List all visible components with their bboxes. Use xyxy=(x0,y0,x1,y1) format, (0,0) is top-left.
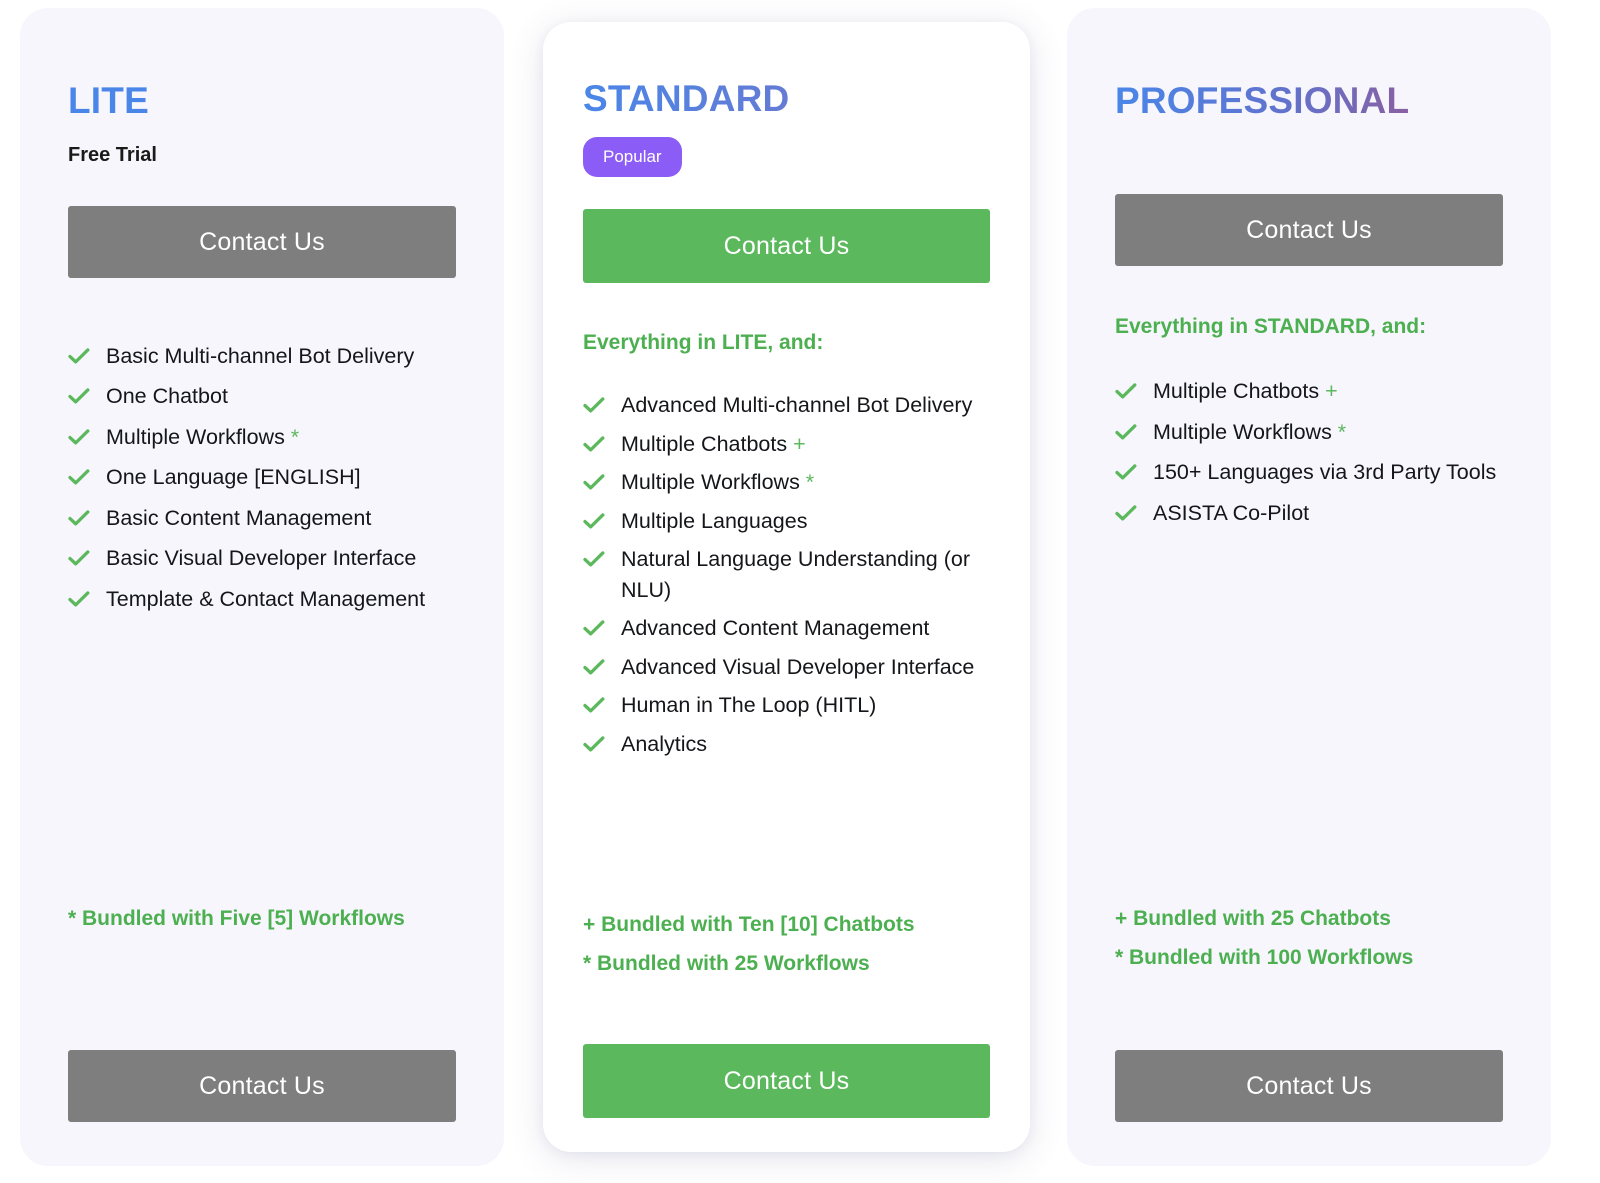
feature-list-lite: Basic Multi-channel Bot Delivery One Chat… xyxy=(68,341,456,625)
check-icon xyxy=(583,733,605,755)
footnotes-standard: + Bundled with Ten [10] Chatbots * Bundle… xyxy=(583,906,1000,984)
footnotes-lite: * Bundled with Five [5] Workflows xyxy=(68,900,468,939)
footnote: + Bundled with 25 Chatbots xyxy=(1115,907,1391,930)
feature-item: One Language [ENGLISH] xyxy=(68,462,456,493)
feature-item: Multiple Workflows * xyxy=(1115,417,1503,448)
check-icon xyxy=(68,547,90,569)
check-icon xyxy=(583,433,605,455)
check-icon xyxy=(1115,502,1137,524)
feature-label: Advanced Visual Developer Interface xyxy=(621,654,975,679)
feature-item: Basic Visual Developer Interface xyxy=(68,543,456,574)
feature-item: Multiple Languages xyxy=(583,506,990,537)
feature-item: Multiple Workflows * xyxy=(583,467,990,498)
check-icon xyxy=(68,466,90,488)
everything-heading-professional: Everything in STANDARD, and: xyxy=(1115,314,1427,338)
feature-item: Basic Multi-channel Bot Delivery xyxy=(68,341,456,372)
check-icon xyxy=(1115,421,1137,443)
feature-marker: * xyxy=(1331,419,1347,444)
footnote: * Bundled with 25 Workflows xyxy=(583,951,870,975)
feature-label: Advanced Multi-channel Bot Delivery xyxy=(621,393,973,418)
feature-label: One Language [ENGLISH] xyxy=(106,465,361,490)
plan-subtitle-lite: Free Trial xyxy=(68,143,157,166)
contact-us-button-bottom-lite[interactable]: Contact Us xyxy=(68,1050,456,1122)
check-icon xyxy=(68,385,90,407)
feature-item: Basic Content Management xyxy=(68,503,456,534)
feature-marker: + xyxy=(787,431,806,456)
check-icon xyxy=(583,548,605,570)
feature-label: Multiple Workflows xyxy=(621,470,800,495)
feature-item: Natural Language Understanding (or NLU) xyxy=(583,544,990,605)
feature-item: Multiple Chatbots + xyxy=(583,429,990,460)
feature-label: Multiple Languages xyxy=(621,508,808,533)
contact-us-button-bottom-professional[interactable]: Contact Us xyxy=(1115,1050,1503,1122)
check-icon xyxy=(583,394,605,416)
footnote: + Bundled with Ten [10] Chatbots xyxy=(583,913,915,936)
check-icon xyxy=(583,694,605,716)
check-icon xyxy=(68,507,90,529)
check-icon xyxy=(68,426,90,448)
feature-item: One Chatbot xyxy=(68,381,456,412)
check-icon xyxy=(583,471,605,493)
feature-item: Advanced Content Management xyxy=(583,613,990,644)
check-icon xyxy=(1115,461,1137,483)
contact-us-button-bottom-standard[interactable]: Contact Us xyxy=(583,1044,990,1118)
feature-label: 150+ Languages via 3rd Party Tools xyxy=(1153,460,1497,485)
feature-item: Advanced Visual Developer Interface xyxy=(583,652,990,683)
footnote: * Bundled with Five [5] Workflows xyxy=(68,907,405,930)
contact-us-button-top-standard[interactable]: Contact Us xyxy=(583,208,990,283)
feature-list-standard: Advanced Multi-channel Bot Delivery Multi… xyxy=(583,390,990,767)
footnote: * Bundled with 100 Workflows xyxy=(1115,945,1414,969)
plan-card-professional: PROFESSIONAL Contact Us Everything in ST… xyxy=(1067,8,1551,1166)
feature-item: Multiple Chatbots + xyxy=(1115,376,1503,407)
feature-label: Template & Contact Management xyxy=(106,586,426,611)
feature-item: 150+ Languages via 3rd Party Tools xyxy=(1115,457,1503,488)
feature-item: Human in The Loop (HITL) xyxy=(583,690,990,721)
feature-marker: * xyxy=(799,470,815,495)
feature-item: Analytics xyxy=(583,729,990,760)
feature-label: Multiple Chatbots xyxy=(1153,379,1320,404)
feature-label: Analytics xyxy=(621,731,708,756)
check-icon xyxy=(583,617,605,639)
feature-marker: + xyxy=(1319,379,1338,404)
contact-us-button-top-professional[interactable]: Contact Us xyxy=(1115,193,1503,266)
feature-list-professional: Multiple Chatbots + Multiple Workflows * 1… xyxy=(1115,376,1503,538)
pricing-plans-grid: LITE Free Trial Contact Us Basic Multi-c… xyxy=(0,0,1600,1183)
feature-item: ASISTA Co-Pilot xyxy=(1115,498,1503,529)
check-icon xyxy=(68,345,90,367)
feature-label: ASISTA Co-Pilot xyxy=(1153,500,1310,525)
feature-label: Multiple Workflows xyxy=(106,424,285,449)
feature-item: Multiple Workflows * xyxy=(68,422,456,453)
plan-title-lite: LITE xyxy=(68,81,456,121)
check-icon xyxy=(583,656,605,678)
plan-title-standard: STANDARD xyxy=(583,79,990,119)
plan-title-professional: PROFESSIONAL xyxy=(1115,81,1503,121)
contact-us-button-top-lite[interactable]: Contact Us xyxy=(68,205,456,278)
feature-label: Basic Multi-channel Bot Delivery xyxy=(106,343,415,368)
feature-item: Advanced Multi-channel Bot Delivery xyxy=(583,390,990,421)
feature-marker: * xyxy=(284,424,300,449)
feature-label: Natural Language Understanding (or NLU) xyxy=(621,547,971,602)
feature-label: Advanced Content Management xyxy=(621,616,930,641)
feature-label: Basic Content Management xyxy=(106,505,372,530)
footnotes-professional: + Bundled with 25 Chatbots * Bundled with… xyxy=(1115,900,1515,978)
everything-heading-standard: Everything in LITE, and: xyxy=(583,330,824,354)
feature-label: Multiple Workflows xyxy=(1153,419,1332,444)
check-icon xyxy=(583,510,605,532)
feature-label: Basic Visual Developer Interface xyxy=(106,546,417,571)
popular-badge: Popular xyxy=(583,136,682,177)
feature-label: Human in The Loop (HITL) xyxy=(621,693,877,718)
plan-card-lite: LITE Free Trial Contact Us Basic Multi-c… xyxy=(20,8,504,1166)
check-icon xyxy=(1115,380,1137,402)
feature-label: One Chatbot xyxy=(106,384,228,409)
feature-label: Multiple Chatbots xyxy=(621,431,788,456)
plan-card-standard: STANDARD Popular Contact Us Everything i… xyxy=(543,22,1030,1152)
feature-item: Template & Contact Management xyxy=(68,584,456,615)
check-icon xyxy=(68,588,90,610)
